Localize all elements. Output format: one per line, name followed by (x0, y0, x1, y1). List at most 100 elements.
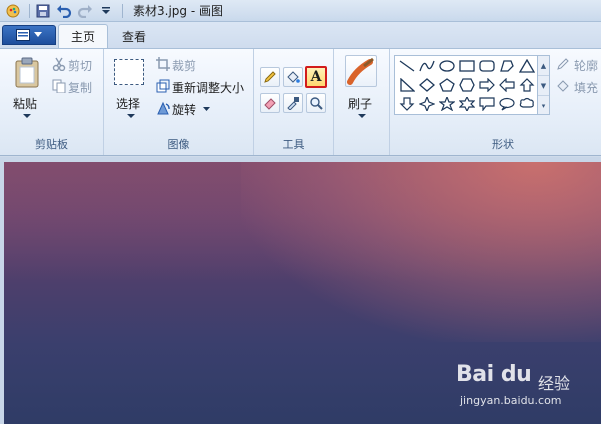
group-image: 选择 裁剪 重新调整大小 旋转 图像 (104, 49, 254, 155)
scissors-icon (52, 57, 66, 71)
four-point-star-icon (419, 97, 435, 111)
rectangle-icon (459, 60, 475, 72)
paste-button[interactable]: 粘贴 (13, 95, 37, 112)
up-arrow-icon (519, 78, 535, 92)
five-point-star-shape[interactable] (437, 95, 457, 113)
baidu-jingyan-watermark: Bai du 经验 jingyan.baidu.com (456, 358, 596, 414)
brushes-button[interactable]: 刷子 (348, 95, 372, 112)
redo-icon[interactable] (76, 2, 94, 20)
oval-callout-icon (499, 97, 515, 111)
rotate-icon (157, 101, 170, 115)
pentagon-icon (439, 78, 455, 92)
brush-icon-frame[interactable] (345, 55, 377, 87)
brushes-dropdown-icon[interactable] (358, 114, 366, 119)
shapes-scroll-up-icon[interactable]: ▲ (538, 56, 549, 76)
fill-button[interactable]: 填充 (574, 79, 598, 96)
curve-shape[interactable] (417, 57, 437, 75)
rect-callout-shape[interactable] (477, 95, 497, 113)
four-point-star-shape[interactable] (417, 95, 437, 113)
file-menu-icon (16, 29, 30, 41)
outline-icon (557, 58, 569, 70)
rotate-button[interactable]: 旋转 (172, 101, 196, 118)
right-triangle-shape[interactable] (397, 76, 417, 94)
cloud-callout-icon (519, 97, 534, 108)
title-separator (29, 3, 30, 18)
chevron-down-icon (34, 32, 42, 37)
tab-home[interactable]: 主页 (58, 24, 109, 48)
right-triangle-icon (400, 78, 415, 92)
triangle-shape[interactable] (517, 57, 537, 75)
copy-button[interactable]: 复制 (68, 79, 92, 96)
cloud-callout-shape[interactable] (517, 95, 537, 113)
magnifier-tool[interactable] (306, 93, 326, 113)
undo-icon[interactable] (55, 2, 73, 20)
fill-shape-icon (557, 80, 569, 92)
file-menu-button[interactable] (2, 25, 56, 45)
rectangle-shape[interactable] (457, 57, 477, 75)
select-icon[interactable] (114, 59, 144, 85)
group-tools: A 工具 (254, 49, 334, 155)
paste-icon[interactable] (14, 57, 40, 92)
shapes-scroll[interactable]: ▲ ▼ ▾ (538, 55, 550, 115)
shapes-scroll-down-icon[interactable]: ▼ (538, 76, 549, 96)
shapes-group-label: 形状 (492, 138, 514, 151)
app-icon[interactable] (4, 2, 22, 20)
shapes-more-icon[interactable]: ▾ (538, 96, 549, 116)
eraser-icon (264, 98, 276, 110)
hexagon-shape[interactable] (457, 76, 477, 94)
down-arrow-shape[interactable] (397, 95, 417, 113)
crop-icon (156, 57, 170, 71)
select-button[interactable]: 选择 (116, 95, 140, 112)
six-point-star-shape[interactable] (457, 95, 477, 113)
color-picker-tool[interactable] (283, 93, 303, 113)
right-arrow-shape[interactable] (477, 76, 497, 94)
outline-button[interactable]: 轮廓 (574, 57, 598, 74)
copy-icon (52, 79, 66, 93)
eraser-tool[interactable] (260, 93, 280, 113)
five-point-star-icon (439, 97, 455, 111)
pentagon-shape[interactable] (437, 76, 457, 94)
line-icon (399, 60, 415, 72)
polygon-shape[interactable] (497, 57, 517, 75)
watermark-logo: Bai du (456, 362, 532, 387)
diamond-icon (419, 78, 435, 92)
line-shape[interactable] (397, 57, 417, 75)
window-title: 素材3.jpg - 画图 (133, 4, 223, 18)
crop-button[interactable]: 裁剪 (172, 57, 196, 74)
select-dropdown-icon[interactable] (127, 114, 135, 119)
curve-icon (419, 60, 435, 72)
rotate-dropdown-icon[interactable] (203, 107, 210, 112)
save-icon[interactable] (34, 2, 52, 20)
group-brushes: 刷子 (334, 49, 390, 155)
resize-button[interactable]: 重新调整大小 (172, 79, 244, 96)
sunset-glow (241, 162, 601, 342)
oval-icon (439, 60, 455, 72)
tools-group-label: 工具 (282, 138, 305, 151)
magnifier-icon (310, 97, 323, 110)
fill-tool[interactable] (283, 67, 303, 87)
shapes-gallery (394, 55, 538, 115)
text-icon: A (310, 69, 322, 85)
watermark-url: jingyan.baidu.com (460, 394, 562, 407)
pencil-tool[interactable] (260, 67, 280, 87)
oval-shape[interactable] (437, 57, 457, 75)
quick-access-dropdown-icon[interactable] (97, 2, 115, 20)
rounded-rectangle-shape[interactable] (477, 57, 497, 75)
rect-callout-icon (479, 97, 495, 111)
group-clipboard: 粘贴 剪切 复制 剪贴板 (0, 49, 104, 155)
hexagon-icon (459, 78, 475, 92)
tab-view[interactable]: 查看 (110, 24, 158, 48)
paste-dropdown-icon[interactable] (23, 114, 31, 119)
title-separator-2 (122, 3, 123, 18)
left-arrow-icon (499, 78, 515, 92)
diamond-shape[interactable] (417, 76, 437, 94)
up-arrow-shape[interactable] (517, 76, 537, 94)
clipboard-group-label: 剪贴板 (35, 138, 68, 151)
eyedropper-icon (287, 97, 299, 110)
ribbon: 粘贴 剪切 复制 剪贴板 选择 裁剪 重新调整大小 旋转 图像 A 工具 刷子 … (0, 48, 601, 156)
resize-icon (156, 79, 170, 93)
oval-callout-shape[interactable] (497, 95, 517, 113)
cut-button[interactable]: 剪切 (68, 57, 92, 74)
text-tool[interactable]: A (305, 66, 327, 88)
left-arrow-shape[interactable] (497, 76, 517, 94)
